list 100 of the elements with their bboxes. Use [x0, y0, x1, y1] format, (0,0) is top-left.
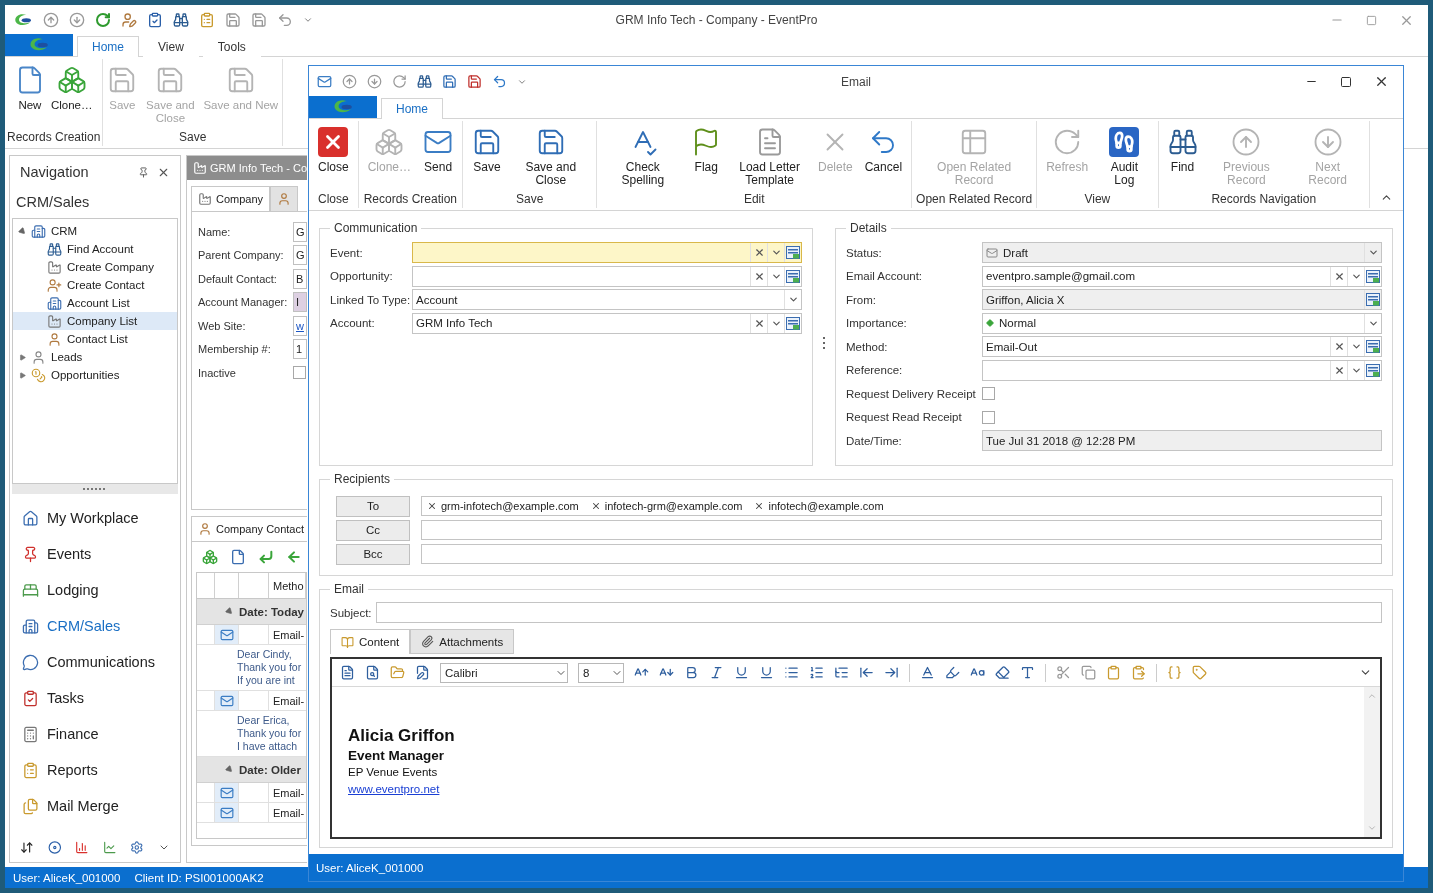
- font-icon[interactable]: [1020, 665, 1035, 680]
- tab[interactable]: Company: [191, 186, 271, 212]
- disc-icon[interactable]: [47, 839, 62, 856]
- binoculars-icon[interactable]: [417, 74, 432, 89]
- navigation-item[interactable]: Mail Merge: [10, 788, 180, 824]
- text-field[interactable]: 1: [293, 339, 307, 360]
- cut-icon[interactable]: [1056, 665, 1071, 680]
- ribbon-button[interactable]: Save and Close: [509, 125, 593, 189]
- font-size-dropdown[interactable]: 8: [578, 662, 624, 683]
- tree-item[interactable]: Create Contact: [13, 276, 177, 294]
- clear-icon[interactable]: [1333, 341, 1345, 353]
- tag-icon[interactable]: [1192, 665, 1207, 680]
- settings-icon[interactable]: [130, 839, 144, 856]
- collapsed-arrow-icon[interactable]: [19, 353, 26, 361]
- tree-item[interactable]: Leads: [13, 348, 177, 366]
- clipboard-check-icon[interactable]: [147, 12, 163, 28]
- clear-icon[interactable]: [753, 247, 765, 259]
- text-field[interactable]: w: [293, 315, 307, 336]
- document-icon[interactable]: [230, 549, 246, 565]
- collapsed-arrow-icon[interactable]: [19, 371, 26, 379]
- recipient-button[interactable]: Bcc: [336, 543, 410, 565]
- clear-icon[interactable]: [1333, 364, 1345, 376]
- user-edit-icon[interactable]: [121, 12, 137, 28]
- recipient-field[interactable]: [421, 544, 1382, 564]
- tree-item[interactable]: Contact List: [13, 330, 177, 348]
- ribbon-button[interactable]: Clone…: [48, 63, 95, 114]
- double-underline-icon[interactable]: [759, 665, 774, 680]
- navigation-item[interactable]: My Workplace: [10, 500, 180, 536]
- tree-item[interactable]: CRM: [13, 222, 177, 240]
- expanded-arrow-icon[interactable]: [224, 764, 235, 775]
- tree-item[interactable]: Company List: [13, 312, 177, 330]
- remove-icon[interactable]: [427, 501, 437, 511]
- website-link[interactable]: www.eventpro.net: [348, 781, 440, 798]
- ribbon-button[interactable]: Send: [418, 125, 459, 176]
- splitter-grip[interactable]: [12, 484, 178, 494]
- subject-field[interactable]: [376, 602, 1382, 623]
- text-field[interactable]: G: [293, 221, 307, 242]
- recipient-field[interactable]: grm-infotech@example.com infotech-grm@example.com infotech@example.com: [421, 496, 1382, 516]
- bold-icon[interactable]: [684, 665, 699, 680]
- date-time-field[interactable]: Tue Jul 31 2018 @ 12:28 PM: [982, 430, 1382, 452]
- column-header[interactable]: Metho: [269, 573, 306, 598]
- text-field[interactable]: I: [293, 292, 307, 313]
- remove-icon[interactable]: [754, 501, 765, 511]
- group-row[interactable]: Date: Today: [197, 599, 306, 625]
- ribbon-button[interactable]: New: [12, 63, 47, 114]
- ribbon-button[interactable]: Load Letter Template: [728, 125, 811, 189]
- group-row[interactable]: Date: Older: [197, 757, 306, 783]
- file-edit-icon[interactable]: [415, 665, 430, 680]
- navigation-item[interactable]: Finance: [10, 716, 180, 752]
- clipboard-icon[interactable]: [199, 12, 215, 28]
- navigation-item[interactable]: Communications: [10, 644, 180, 680]
- refresh-icon[interactable]: [95, 12, 111, 28]
- lookup-field[interactable]: Email-Out: [982, 336, 1382, 358]
- file-search-icon[interactable]: [365, 665, 380, 680]
- tab[interactable]: [270, 186, 299, 212]
- checkbox[interactable]: [982, 387, 995, 401]
- left-arrow-icon[interactable]: [286, 549, 302, 565]
- recipient-button[interactable]: Cc: [336, 519, 410, 541]
- splitter-grip[interactable]: [822, 336, 826, 351]
- paste-special-icon[interactable]: [1131, 665, 1146, 680]
- dropdown-field[interactable]: Draft: [982, 242, 1382, 264]
- font-dropdown[interactable]: Calibri: [440, 662, 568, 683]
- lookup-field[interactable]: GRM Info Tech: [412, 312, 802, 334]
- clear-formatting-icon[interactable]: [995, 665, 1010, 680]
- navigation-item[interactable]: Lodging: [10, 572, 180, 608]
- clear-icon[interactable]: [1333, 270, 1345, 282]
- ribbon-button[interactable]: Check Spelling: [601, 125, 685, 189]
- bullet-list-icon[interactable]: [784, 665, 799, 680]
- list-button-icon[interactable]: [1366, 363, 1380, 377]
- recipient-button[interactable]: To: [336, 495, 410, 517]
- ribbon-button[interactable]: Save: [467, 125, 508, 176]
- navigation-item[interactable]: Events: [10, 536, 180, 572]
- list-button-icon[interactable]: [786, 269, 800, 283]
- checkbox[interactable]: [982, 410, 995, 424]
- dropdown-field[interactable]: Normal: [982, 312, 1382, 334]
- multilevel-list-icon[interactable]: [834, 665, 849, 680]
- list-button-icon[interactable]: [786, 316, 800, 330]
- list-button-icon[interactable]: [1366, 293, 1380, 307]
- navigation-item[interactable]: CRM/Sales: [10, 608, 180, 644]
- sort-arrows-icon[interactable]: [20, 839, 34, 856]
- address-token[interactable]: grm-infotech@example.com: [427, 500, 579, 512]
- expanded-arrow-icon[interactable]: [17, 226, 28, 236]
- ribbon-tab[interactable]: Home: [381, 98, 443, 119]
- tab[interactable]: Content: [330, 629, 411, 654]
- document-icon[interactable]: [340, 665, 355, 680]
- ribbon-button[interactable]: Cancel: [859, 125, 908, 176]
- copy-icon[interactable]: [1081, 665, 1096, 680]
- list-button-icon[interactable]: [1366, 340, 1380, 354]
- ribbon-button[interactable]: Audit Log: [1095, 125, 1154, 189]
- tab[interactable]: Attachments: [410, 629, 515, 654]
- tree-item[interactable]: Find Account: [13, 240, 177, 258]
- text-field[interactable]: B: [293, 268, 307, 289]
- cubes-icon[interactable]: [202, 549, 218, 565]
- customize-caret-icon[interactable]: [303, 15, 313, 25]
- tab[interactable]: Company Contact: [191, 516, 307, 542]
- lookup-field[interactable]: [412, 242, 802, 264]
- expanded-arrow-icon[interactable]: [224, 606, 235, 617]
- remove-icon[interactable]: [590, 501, 601, 511]
- close-icon[interactable]: [1374, 74, 1389, 89]
- picker-field[interactable]: Griffon, Alicia X: [982, 289, 1382, 311]
